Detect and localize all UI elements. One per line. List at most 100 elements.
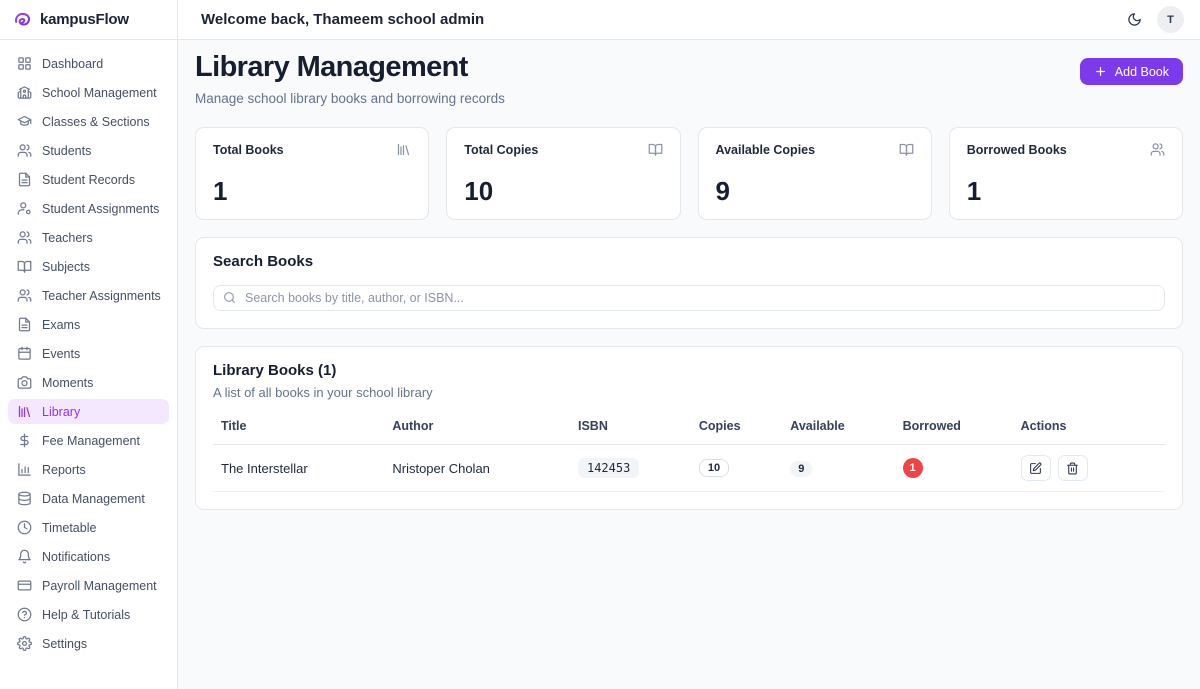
user-cog-icon bbox=[17, 201, 32, 216]
stat-card-total-copies: Total Copies 10 bbox=[446, 127, 680, 220]
sidebar-item-label: Student Records bbox=[42, 173, 135, 187]
file-text-icon bbox=[17, 172, 32, 187]
sidebar-item-student-assignments[interactable]: Student Assignments bbox=[8, 196, 169, 221]
stat-card-header: Borrowed Books bbox=[967, 142, 1165, 157]
column-header-available: Available bbox=[782, 413, 894, 445]
school-icon bbox=[17, 85, 32, 100]
sidebar-item-label: Help & Tutorials bbox=[42, 608, 130, 622]
sidebar-item-label: Exams bbox=[42, 318, 80, 332]
sidebar-item-timetable[interactable]: Timetable bbox=[8, 515, 169, 540]
sidebar-item-notifications[interactable]: Notifications bbox=[8, 544, 169, 569]
sidebar-item-label: Moments bbox=[42, 376, 93, 390]
stat-value: 10 bbox=[464, 178, 662, 204]
sidebar-item-fee-management[interactable]: Fee Management bbox=[8, 428, 169, 453]
page-subtitle: Manage school library books and borrowin… bbox=[195, 91, 505, 106]
sidebar-item-library[interactable]: Library bbox=[8, 399, 169, 424]
book-open-icon bbox=[899, 142, 914, 157]
clock-icon bbox=[17, 520, 32, 535]
topbar-actions: T bbox=[1127, 6, 1184, 33]
book-title: The Interstellar bbox=[213, 445, 384, 492]
sidebar-item-school-management[interactable]: School Management bbox=[8, 80, 169, 105]
library-icon bbox=[17, 404, 32, 419]
user-avatar[interactable]: T bbox=[1157, 6, 1184, 33]
search-wrap bbox=[213, 285, 1165, 311]
moon-icon bbox=[1127, 12, 1142, 27]
sidebar-item-label: Payroll Management bbox=[42, 579, 157, 593]
users-icon bbox=[17, 288, 32, 303]
users-icon bbox=[17, 143, 32, 158]
sidebar-item-teachers[interactable]: Teachers bbox=[8, 225, 169, 250]
book-open-icon bbox=[17, 259, 32, 274]
database-icon bbox=[17, 491, 32, 506]
bar-chart-icon bbox=[17, 462, 32, 477]
sidebar-item-reports[interactable]: Reports bbox=[8, 457, 169, 482]
brand-logo[interactable]: kampusFlow bbox=[0, 0, 177, 40]
search-input[interactable] bbox=[213, 285, 1165, 311]
stat-card-header: Total Books bbox=[213, 142, 411, 157]
sidebar-item-label: Dashboard bbox=[42, 57, 103, 71]
camera-icon bbox=[17, 375, 32, 390]
main-area: Welcome back, Thameem school admin T Lib… bbox=[178, 0, 1200, 689]
page-header: Library Management Manage school library… bbox=[195, 51, 1183, 106]
library-books-description: A list of all books in your school libra… bbox=[213, 385, 1165, 400]
stat-card-available-copies: Available Copies9 bbox=[698, 127, 932, 220]
library-books-panel: Library Books (1) A list of all books in… bbox=[195, 346, 1183, 510]
sidebar-item-student-records[interactable]: Student Records bbox=[8, 167, 169, 192]
sidebar-item-data-management[interactable]: Data Management bbox=[8, 486, 169, 511]
sidebar-item-settings[interactable]: Settings bbox=[8, 631, 169, 656]
column-header-title: Title bbox=[213, 413, 384, 445]
book-available-badge: 9 bbox=[790, 461, 812, 477]
sidebar-item-help-tutorials[interactable]: Help & Tutorials bbox=[8, 602, 169, 627]
bell-icon bbox=[17, 549, 32, 564]
stats-grid: Total Books 1 Total Copies 10 Available Copi… bbox=[195, 127, 1183, 220]
books-table-body: The InterstellarNristoper Cholan 142453 10… bbox=[213, 445, 1165, 492]
book-open-icon bbox=[648, 142, 663, 157]
add-book-button[interactable]: Add Book bbox=[1080, 58, 1183, 85]
library-icon bbox=[396, 142, 411, 157]
sidebar-item-exams[interactable]: Exams bbox=[8, 312, 169, 337]
sidebar-item-label: Subjects bbox=[42, 260, 90, 274]
book-copies-badge: 10 bbox=[699, 459, 729, 477]
book-isbn-badge: 142453 bbox=[578, 458, 639, 478]
books-table-head: TitleAuthorISBNCopiesAvailableBorrowedAc… bbox=[213, 413, 1165, 445]
sidebar-item-classes-sections[interactable]: Classes & Sections bbox=[8, 109, 169, 134]
help-circle-icon bbox=[17, 607, 32, 622]
sidebar-item-dashboard[interactable]: Dashboard bbox=[8, 51, 169, 76]
sidebar-item-teacher-assignments[interactable]: Teacher Assignments bbox=[8, 283, 169, 308]
sidebar-item-events[interactable]: Events bbox=[8, 341, 169, 366]
stat-value: 9 bbox=[716, 178, 914, 204]
users-icon bbox=[1150, 142, 1165, 157]
kampusflow-logo-icon bbox=[13, 10, 32, 29]
dark-mode-toggle[interactable] bbox=[1127, 12, 1142, 27]
calendar-icon bbox=[17, 346, 32, 361]
sidebar-item-moments[interactable]: Moments bbox=[8, 370, 169, 395]
library-books-title: Library Books (1) bbox=[213, 362, 1165, 379]
column-header-actions: Actions bbox=[1013, 413, 1165, 445]
app-root: kampusFlow Dashboard School Management Cla… bbox=[0, 0, 1200, 689]
sidebar-item-label: Timetable bbox=[42, 521, 96, 535]
page-header-text: Library Management Manage school library… bbox=[195, 51, 505, 106]
search-panel-title: Search Books bbox=[213, 253, 1165, 270]
book-author: Nristoper Cholan bbox=[384, 445, 570, 492]
stat-card-borrowed-books: Borrowed Books 1 bbox=[949, 127, 1183, 220]
dashboard-icon bbox=[17, 56, 32, 71]
credit-card-icon bbox=[17, 578, 32, 593]
column-header-isbn: ISBN bbox=[570, 413, 691, 445]
plus-icon bbox=[1094, 65, 1107, 78]
delete-book-button[interactable] bbox=[1058, 455, 1088, 481]
sidebar-item-students[interactable]: Students bbox=[8, 138, 169, 163]
stat-value: 1 bbox=[967, 178, 1165, 204]
stat-card-total-books: Total Books 1 bbox=[195, 127, 429, 220]
stat-value: 1 bbox=[213, 178, 411, 204]
settings-icon bbox=[17, 636, 32, 651]
book-borrowed-badge: 1 bbox=[903, 458, 923, 478]
sidebar-item-payroll-management[interactable]: Payroll Management bbox=[8, 573, 169, 598]
sidebar: kampusFlow Dashboard School Management Cla… bbox=[0, 0, 178, 689]
edit-book-button[interactable] bbox=[1021, 455, 1051, 481]
sidebar-item-subjects[interactable]: Subjects bbox=[8, 254, 169, 279]
sidebar-item-label: Library bbox=[42, 405, 80, 419]
topbar: Welcome back, Thameem school admin T bbox=[178, 0, 1200, 40]
page-title: Library Management bbox=[195, 51, 505, 84]
stat-label: Total Copies bbox=[464, 143, 538, 157]
brand-name: kampusFlow bbox=[40, 11, 129, 28]
